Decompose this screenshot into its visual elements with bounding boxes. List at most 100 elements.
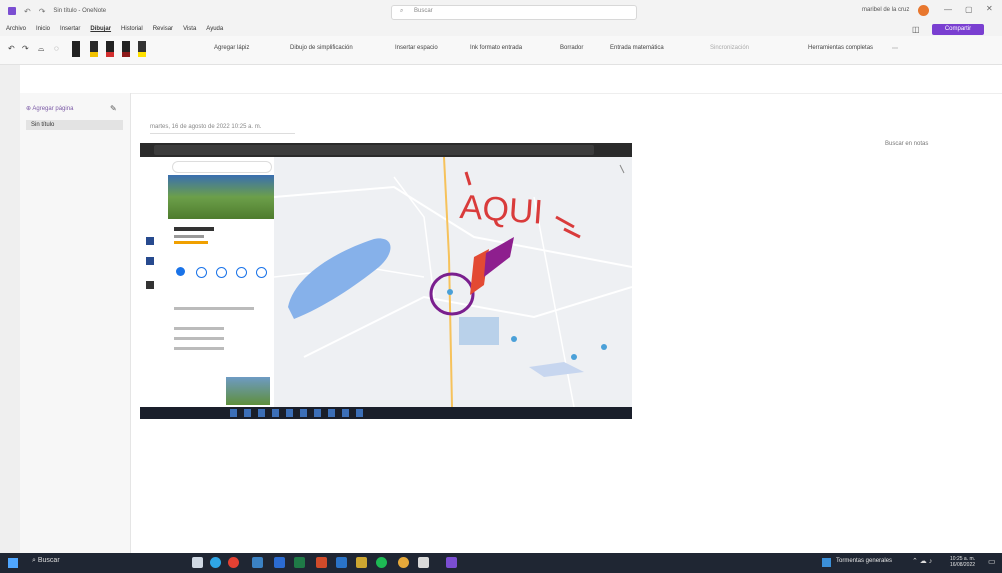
screenshot-browser-bar [140, 143, 632, 157]
screenshot-taskbar [140, 407, 632, 419]
screenshot-address-bar [154, 145, 594, 155]
page-toolbar: ≡ Buscar en notas [0, 65, 1002, 147]
user-name[interactable]: maribel de la cruz [862, 7, 909, 13]
menu-history[interactable]: Historial [121, 26, 143, 32]
powerpoint-icon[interactable] [316, 557, 327, 568]
undo-button[interactable]: ↶ [8, 44, 15, 53]
taskbar-clock[interactable]: 10:25 a. m. 16/08/2022 [950, 556, 975, 568]
map-pin-icon [511, 336, 517, 342]
app-icon[interactable] [398, 557, 409, 568]
pencil-icon[interactable]: ✎ [110, 104, 117, 113]
word-icon[interactable] [274, 557, 285, 568]
pages-panel [20, 93, 131, 553]
photos-icon[interactable] [418, 557, 429, 568]
taskbar-search[interactable]: ⌕ Buscar [32, 557, 60, 565]
title-bar: ↶ ↷ Sin título - OneNote ⌕ Buscar maribe… [0, 0, 1002, 22]
avatar[interactable] [918, 5, 929, 16]
screenshot-place-panel [168, 157, 275, 407]
map-road [443, 156, 453, 408]
pen-darkred-icon[interactable] [122, 41, 130, 57]
onenote-logo-icon [8, 7, 16, 15]
map-pin-icon [447, 289, 453, 295]
ruler-button[interactable]: Dibujo de simplificación [290, 45, 353, 51]
map-road [393, 176, 435, 298]
shapes-button[interactable]: Ink formato entrada [470, 45, 522, 51]
annotation-stroke [464, 171, 472, 186]
minimize-icon[interactable]: — [944, 5, 952, 14]
redo-icon[interactable]: ↷ [39, 7, 46, 16]
quick-access-toolbar: ↶ ↷ Sin título - OneNote [8, 6, 106, 16]
annotation-text: AQUI [459, 188, 545, 232]
onenote-taskbar-icon[interactable] [446, 557, 457, 568]
spotify-icon[interactable] [376, 557, 387, 568]
windows-start-icon[interactable] [8, 558, 18, 568]
system-tray-icons[interactable]: ⌃ ☁ ♪ [912, 557, 932, 565]
share-button[interactable]: Compartir [932, 24, 984, 35]
pen-yellow-icon[interactable] [90, 41, 98, 57]
full-tools-button[interactable]: Herramientas completas [808, 45, 873, 51]
menu-view[interactable]: Vista [183, 26, 196, 32]
map-drawing: AQUI [273, 156, 632, 408]
map-control [619, 164, 625, 174]
clock-date: 16/08/2022 [950, 562, 976, 568]
taskbar-search-label: Buscar [37, 557, 60, 564]
undo-icon[interactable]: ↶ [24, 7, 31, 16]
screenshot-place-photo [168, 175, 274, 219]
search-icon: ⌕ [400, 8, 404, 14]
eraser-icon[interactable]: ◌ [54, 44, 59, 53]
redo-button[interactable]: ↷ [22, 44, 29, 53]
more-options-icon[interactable]: ⋯ [892, 45, 898, 52]
annotation-stroke [555, 215, 581, 239]
window-title: Sin título - OneNote [53, 8, 107, 14]
map-road [273, 185, 632, 268]
weather-icon [822, 558, 831, 567]
screenshot-map: AQUI [273, 156, 632, 408]
pen-red-icon[interactable] [106, 41, 114, 57]
notebook-strip [0, 65, 20, 553]
edge-icon[interactable] [210, 557, 221, 568]
add-pen-button[interactable]: Agregar lápiz [214, 45, 249, 51]
notifications-icon[interactable]: ▭ [988, 557, 996, 566]
menu-draw[interactable]: Dibujar [90, 26, 111, 32]
notebook-icon[interactable]: ◫ [912, 25, 920, 34]
search-input[interactable]: ⌕ Buscar [391, 5, 637, 20]
add-page-label: Agregar página [32, 106, 74, 112]
sync-button[interactable]: Sincronización [710, 45, 749, 51]
ribbon-draw: ↶ ↷ ⌓ ◌ Agregar lápiz Dibujo de simplifi… [0, 36, 1002, 65]
add-page-button[interactable]: ⊕ Agregar página [26, 105, 73, 112]
annotation-marker [484, 237, 514, 277]
menu-bar: Archivo Inicio Insertar Dibujar Historia… [0, 22, 1002, 36]
page-list-item[interactable]: Sin título [26, 120, 123, 130]
pen-black-icon[interactable] [72, 41, 80, 57]
insert-space-button[interactable]: Insertar espacio [395, 45, 438, 51]
highlighter-yellow-icon[interactable] [138, 41, 146, 57]
screenshot-sidebar [140, 157, 168, 407]
weather-label[interactable]: Tormentas generales [836, 558, 892, 564]
town-area [459, 317, 499, 345]
embedded-screenshot[interactable]: AQUI [140, 143, 632, 419]
screenshot-thumb-photo [226, 377, 270, 405]
menu-insert[interactable]: Insertar [60, 26, 80, 32]
task-view-icon[interactable] [192, 557, 203, 568]
math-button[interactable]: Entrada matemática [610, 45, 664, 51]
lake-shape [529, 362, 584, 377]
excel-icon[interactable] [294, 557, 305, 568]
menu-help[interactable]: Ayuda [206, 26, 223, 32]
outlook-icon[interactable] [356, 557, 367, 568]
windows-taskbar: ⌕ Buscar Tormentas generales ⌃ ☁ ♪ 10:25… [0, 553, 1002, 573]
lasso-icon[interactable]: ⌓ [38, 44, 44, 54]
maximize-icon[interactable]: ▢ [965, 5, 973, 14]
search-placeholder: Buscar [414, 8, 433, 14]
page-date: martes, 16 de agosto de 2022 10:25 a. m. [150, 124, 295, 134]
store-icon[interactable] [336, 557, 347, 568]
close-icon[interactable]: ✕ [986, 4, 993, 13]
explorer-icon[interactable] [252, 557, 263, 568]
menu-file[interactable]: Archivo [6, 26, 26, 32]
menu-review[interactable]: Revisar [153, 26, 173, 32]
chrome-icon[interactable] [228, 557, 239, 568]
menu-home[interactable]: Inicio [36, 26, 50, 32]
map-pin-icon [601, 344, 607, 350]
notes-search-input[interactable]: Buscar en notas [885, 141, 985, 153]
ink-to-text-button[interactable]: Borrador [560, 45, 583, 51]
map-pin-icon [571, 354, 577, 360]
